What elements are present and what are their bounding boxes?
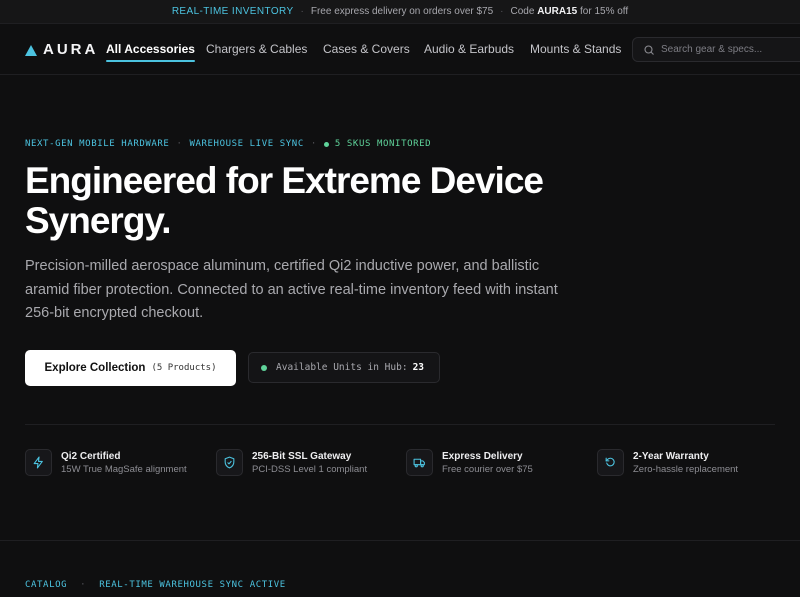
main-nav: AURA All Accessories Chargers & Cables C… [0, 24, 800, 75]
announcement-tag: REAL-TIME INVENTORY [171, 6, 294, 17]
feature-subtitle: 15W True MagSafe alignment [61, 463, 187, 475]
section-divider [0, 540, 800, 541]
live-dot-icon [261, 364, 267, 371]
feature-title: 2-Year Warranty [633, 450, 709, 462]
brand-logo[interactable]: AURA [25, 41, 98, 58]
promo-prefix: Code [510, 6, 535, 17]
separator-dot: · [80, 580, 87, 590]
stock-value: 23 [412, 362, 425, 373]
search-box[interactable] [632, 37, 800, 62]
truck-icon [406, 449, 433, 476]
feature-ssl: 256-Bit SSL Gateway PCI-DSS Level 1 comp… [216, 449, 367, 476]
feature-qi2: Qi2 Certified 15W True MagSafe alignment [25, 449, 187, 476]
catalog-eyebrow: CATALOG · REAL-TIME WAREHOUSE SYNC ACTIV… [25, 580, 286, 590]
promo-code: AURA15 [537, 6, 578, 17]
feature-title: Qi2 Certified [61, 450, 121, 462]
announcement-bar: REAL-TIME INVENTORY · Free express deliv… [0, 0, 800, 24]
hero-description: Precision-milled aerospace aluminum, cer… [25, 258, 558, 321]
separator-dot: · [176, 139, 183, 149]
feature-subtitle: Free courier over $75 [442, 463, 533, 475]
catalog-label: CATALOG [25, 580, 68, 590]
explore-button-label: Explore Collection [44, 362, 146, 374]
separator-dot: · [300, 6, 304, 17]
nav-link-mounts-stands[interactable]: Mounts & Stands [530, 42, 621, 56]
hero-section: NEXT-GEN MOBILE HARDWARE · WAREHOUSE LIV… [0, 75, 800, 541]
feature-subtitle: PCI-DSS Level 1 compliant [252, 463, 368, 475]
triangle-logo-icon [25, 44, 37, 56]
hero-eyebrow: NEXT-GEN MOBILE HARDWARE · WAREHOUSE LIV… [25, 139, 431, 149]
rotate-ccw-icon [597, 449, 624, 476]
nav-link-all-accessories[interactable]: All Accessories [106, 42, 195, 62]
live-status: 5 SKUS MONITORED [323, 139, 432, 149]
catalog-sync-status: REAL-TIME WAREHOUSE SYNC ACTIVE [99, 580, 286, 590]
separator-dot: · [310, 139, 317, 149]
divider [25, 424, 775, 425]
lightning-icon [25, 449, 52, 476]
search-icon [644, 44, 654, 55]
stock-label: Available Units in Hub: [276, 362, 408, 373]
eyebrow-item: NEXT-GEN MOBILE HARDWARE [25, 139, 170, 149]
nav-link-audio-earbuds[interactable]: Audio & Earbuds [424, 42, 514, 56]
promo-suffix: for 15% off [580, 6, 629, 17]
feature-subtitle: Zero-hassle replacement [633, 463, 739, 475]
feature-warranty: 2-Year Warranty Zero-hassle replacement [597, 449, 738, 476]
separator-dot: · [500, 6, 504, 17]
stock-indicator: Available Units in Hub: 23 [248, 352, 440, 383]
product-count: (5 Products) [151, 363, 217, 373]
live-dot-icon [323, 141, 329, 147]
explore-collection-button[interactable]: Explore Collection (5 Products) [25, 350, 236, 386]
nav-link-chargers-cables[interactable]: Chargers & Cables [206, 42, 307, 56]
search-input[interactable] [661, 44, 791, 55]
feature-delivery: Express Delivery Free courier over $75 [406, 449, 533, 476]
sku-count: 5 SKUS MONITORED [334, 139, 432, 149]
feature-title: 256-Bit SSL Gateway [252, 450, 352, 462]
nav-link-cases-covers[interactable]: Cases & Covers [323, 42, 410, 56]
shield-check-icon [216, 449, 243, 476]
hero-headline: Engineered for Extreme Device Synergy. [25, 160, 544, 241]
brand-name: AURA [43, 41, 99, 58]
shipping-note: Free express delivery on orders over $75 [310, 6, 494, 17]
eyebrow-item: WAREHOUSE LIVE SYNC [189, 139, 304, 149]
feature-title: Express Delivery [442, 450, 523, 462]
